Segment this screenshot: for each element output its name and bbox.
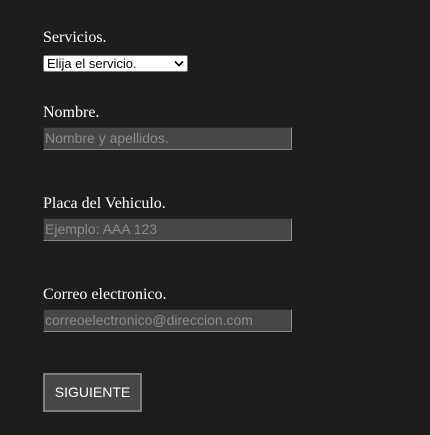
correo-placeholder: correoelectronico@direccion.com (45, 312, 253, 328)
correo-label: Correo electronico. (43, 286, 167, 303)
placa-input[interactable]: Ejemplo: AAA 123 (43, 218, 292, 241)
nombre-label: Nombre. (43, 104, 100, 121)
nombre-input[interactable]: Nombre y apellidos. (43, 127, 292, 150)
nombre-placeholder: Nombre y apellidos. (45, 130, 169, 146)
chevron-down-icon (174, 60, 184, 67)
servicios-selected-value: Elija el servicio. (47, 56, 137, 71)
service-form: Servicios. Elija el servicio. Nombre. No… (0, 0, 430, 435)
correo-input[interactable]: correoelectronico@direccion.com (43, 309, 292, 332)
placa-placeholder: Ejemplo: AAA 123 (45, 221, 158, 237)
servicios-select[interactable]: Elija el servicio. (43, 55, 188, 72)
servicios-label: Servicios. (43, 29, 107, 46)
siguiente-button[interactable]: SIGUIENTE (43, 373, 142, 412)
placa-label: Placa del Vehiculo. (43, 195, 166, 212)
